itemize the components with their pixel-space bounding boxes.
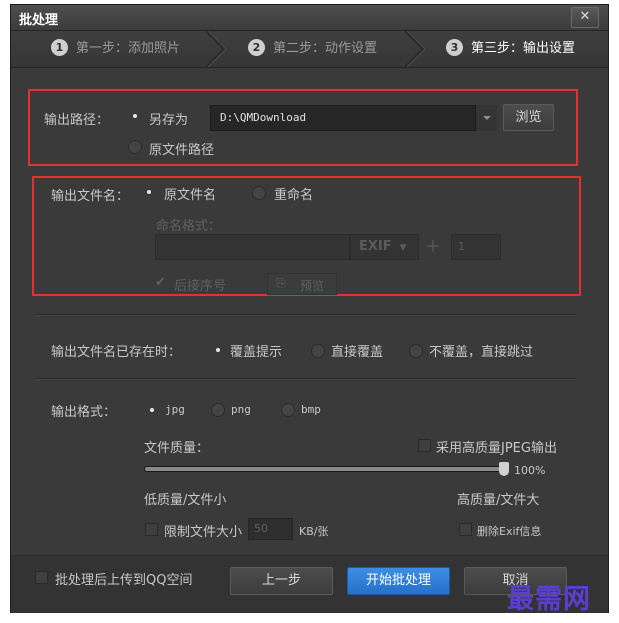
bmp-radio[interactable]: [281, 403, 295, 417]
divider: [36, 378, 576, 380]
quality-slider[interactable]: [144, 466, 504, 472]
quality-label: 文件质量：: [144, 441, 210, 456]
high-quality-label: 高质量/文件大: [457, 493, 540, 508]
jpg-label: jpg: [165, 403, 185, 416]
step-1-number: 1: [51, 39, 68, 56]
upload-qq-checkbox[interactable]: [35, 571, 48, 584]
batch-dialog: 批处理 ✕ 1 第一步：添加照片 2 第二步：动作设置 3 第三步：输出设置 输出路径…: [10, 4, 609, 613]
naming-format-input[interactable]: [155, 234, 350, 260]
step-3-number: 3: [446, 39, 463, 56]
png-label: png: [231, 403, 251, 416]
path-input[interactable]: D:\QMDownload: [210, 105, 497, 131]
step-chevron-icon: [204, 31, 230, 67]
save-as-radio[interactable]: [128, 109, 142, 123]
step-2-number: 2: [248, 39, 265, 56]
output-filename-label: 输出文件名：: [51, 189, 130, 204]
step-2-label: 第二步：动作设置: [273, 41, 378, 56]
watermark-logo: 最需网: [507, 584, 591, 615]
bmp-label: bmp: [301, 403, 321, 416]
quality-slider-fill: [145, 467, 503, 471]
exists-label: 输出文件名已存在时：: [51, 345, 182, 360]
limit-size-checkbox[interactable]: [145, 523, 158, 536]
divider: [36, 314, 576, 316]
png-radio[interactable]: [211, 403, 225, 417]
browse-button[interactable]: 浏览: [503, 104, 554, 131]
start-batch-button[interactable]: 开始批处理: [347, 567, 450, 595]
skip-label: 不覆盖，直接跳过: [429, 345, 534, 360]
step-chevron-icon: [403, 31, 429, 67]
jpg-radio[interactable]: [145, 403, 159, 417]
chevron-down-icon: [483, 116, 491, 120]
overwrite-label: 直接覆盖: [331, 345, 384, 360]
remove-exif-label: 删除Exif信息: [477, 525, 542, 538]
close-button[interactable]: ✕: [571, 7, 599, 28]
hq-jpeg-checkbox[interactable]: [418, 439, 431, 452]
format-label: 输出格式：: [51, 405, 117, 420]
prompt-radio[interactable]: [211, 343, 225, 357]
output-path-label: 输出路径：: [44, 113, 110, 128]
upload-qq-label: 批处理后上传到QQ空间: [55, 573, 193, 588]
preview-label: 预览: [300, 279, 325, 293]
preview-icon: ⎘: [276, 276, 286, 290]
prev-step-button[interactable]: 上一步: [230, 567, 333, 595]
naming-format-label: 命名格式：: [156, 219, 222, 234]
step-3: 3 第三步：输出设置: [446, 31, 575, 67]
original-path-label: 原文件路径: [149, 143, 215, 158]
rename-radio[interactable]: [252, 186, 266, 200]
overwrite-radio[interactable]: [311, 344, 325, 358]
path-dropdown-button[interactable]: [475, 105, 497, 131]
step-1-label: 第一步：添加照片: [76, 41, 181, 56]
step-3-label: 第三步：输出设置: [471, 41, 576, 56]
preview-button[interactable]: ⎘ 预览: [267, 273, 337, 295]
prompt-label: 覆盖提示: [230, 345, 283, 360]
remove-exif-checkbox[interactable]: [459, 523, 472, 536]
exif-dropdown[interactable]: EXIF ▼: [350, 234, 419, 260]
limit-size-label: 限制文件大小: [164, 525, 243, 540]
size-input[interactable]: 50: [248, 518, 293, 540]
quality-value: 100%: [514, 464, 546, 477]
rename-label: 重命名: [274, 188, 314, 203]
exif-label: EXIF: [359, 239, 392, 254]
original-path-radio[interactable]: [128, 140, 142, 154]
checkmark-icon: ✔: [155, 275, 166, 290]
window-title: 批处理: [19, 13, 59, 28]
step-1: 1 第一步：添加照片: [51, 31, 180, 67]
low-quality-label: 低质量/文件小: [144, 493, 227, 508]
original-name-label: 原文件名: [164, 188, 217, 203]
save-as-label: 另存为: [149, 113, 189, 128]
step-2: 2 第二步：动作设置: [248, 31, 377, 67]
add-field-button[interactable]: ＋: [425, 234, 441, 260]
quality-slider-handle[interactable]: [499, 462, 509, 476]
skip-radio[interactable]: [409, 344, 423, 358]
seq-start-input[interactable]: 1: [451, 234, 501, 260]
chevron-down-icon: ▼: [399, 243, 407, 253]
title-bar[interactable]: 批处理 ✕: [11, 5, 608, 31]
hq-jpeg-label: 采用高质量JPEG输出: [436, 441, 557, 456]
size-unit: KB/张: [299, 525, 329, 538]
original-name-radio[interactable]: [142, 185, 156, 199]
append-seq-label[interactable]: 后接序号: [174, 275, 226, 294]
step-bar: 1 第一步：添加照片 2 第二步：动作设置 3 第三步：输出设置: [11, 31, 608, 68]
